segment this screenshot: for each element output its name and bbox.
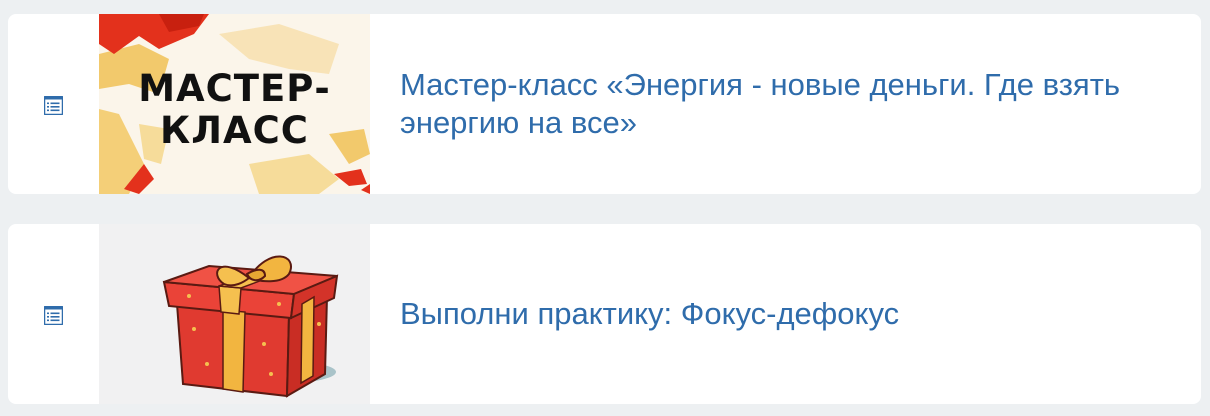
document-list-icon — [43, 305, 64, 326]
thumbnail-text-line-1: МАСТЕР- — [138, 67, 331, 110]
lesson-title-link[interactable]: Выполни практику: Фокус-дефокус — [400, 295, 1141, 333]
thumbnail-text-line-2: КЛАСС — [160, 109, 309, 152]
gift-box-thumbnail[interactable] — [99, 224, 370, 404]
lesson-title-link[interactable]: Мастер-класс «Энергия - новые деньги. Гд… — [400, 66, 1141, 142]
lesson-card-masterclass[interactable]: МАСТЕР- КЛАСС Мастер-класс «Энергия - но… — [8, 14, 1201, 194]
document-list-icon — [43, 95, 64, 116]
lesson-card-practice[interactable]: Выполни практику: Фокус-дефокус — [8, 224, 1201, 404]
masterclass-thumbnail[interactable]: МАСТЕР- КЛАСС — [99, 14, 370, 194]
